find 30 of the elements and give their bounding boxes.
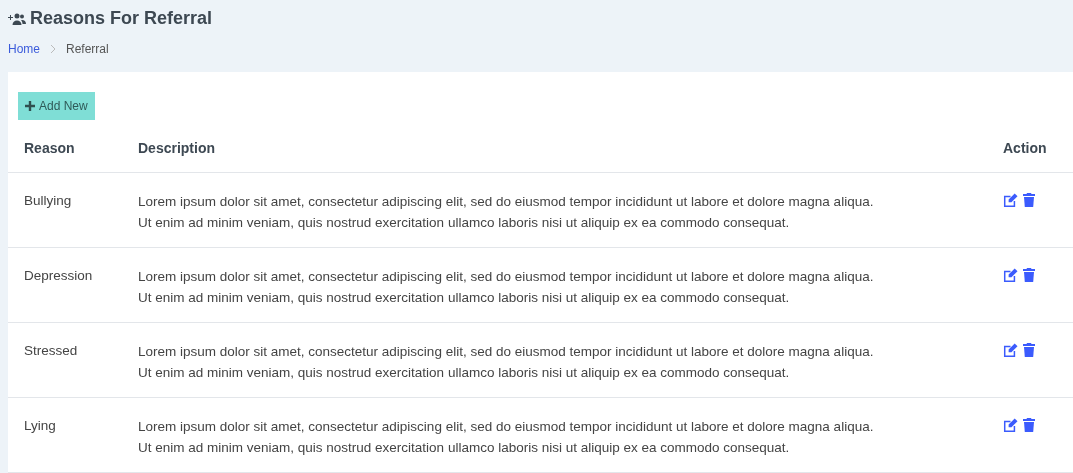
description-line: Ut enim ad minim veniam, quis nostrud exercitation ullamco laboris nisi ut aliquip ex ea commodo consequat. [138,214,790,232]
description-line: Ut enim ad minim veniam, quis nostrud exercitation ullamco laboris nisi ut aliquip ex ea commodo consequat. [138,439,790,457]
trash-icon[interactable] [1023,268,1035,282]
edit-icon[interactable] [1003,343,1018,357]
plus-icon [25,100,35,111]
description-line: Lorem ipsum dolor sit amet, consectetur adipiscing elit, sed do eiusmod tempor incididunt ut labore et dolore magna aliqua. [138,418,874,436]
reason-cell: Depression [24,268,93,283]
description-line: Lorem ipsum dolor sit amet, consectetur adipiscing elit, sed do eiusmod tempor incididunt ut labore et dolore magna aliqua. [138,268,874,286]
column-header: Reason [24,139,75,156]
description-line: Ut enim ad minim veniam, quis nostrud exercitation ullamco laboris nisi ut aliquip ex ea commodo consequat. [138,364,790,382]
trash-icon[interactable] [1023,193,1035,207]
reason-cell: Stressed [24,343,78,358]
chevron-icon [50,44,56,54]
page-title: Reasons For Referral [30,7,213,30]
breadcrumb-current: Referral [66,41,109,58]
trash-icon[interactable] [1023,418,1035,432]
column-header: Description [138,139,215,156]
breadcrumb-link[interactable]: Home [8,40,40,58]
reason-cell: Lying [24,418,56,433]
trash-icon[interactable] [1023,343,1035,357]
description-line: Lorem ipsum dolor sit amet, consectetur adipiscing elit, sed do eiusmod tempor incididunt ut labore et dolore magna aliqua. [138,343,874,361]
edit-icon[interactable] [1003,418,1018,432]
edit-icon[interactable] [1003,268,1018,282]
description-line: Lorem ipsum dolor sit amet, consectetur adipiscing elit, sed do eiusmod tempor incididunt ut labore et dolore magna aliqua. [138,193,874,211]
column-header: Action [1003,139,1047,156]
reason-cell: Bullying [24,193,72,208]
description-line: Ut enim ad minim veniam, quis nostrud exercitation ullamco laboris nisi ut aliquip ex ea commodo consequat. [138,289,790,307]
add-new-button[interactable]: Add New [18,91,95,120]
edit-icon[interactable] [1003,193,1018,207]
users-icon [8,12,26,25]
